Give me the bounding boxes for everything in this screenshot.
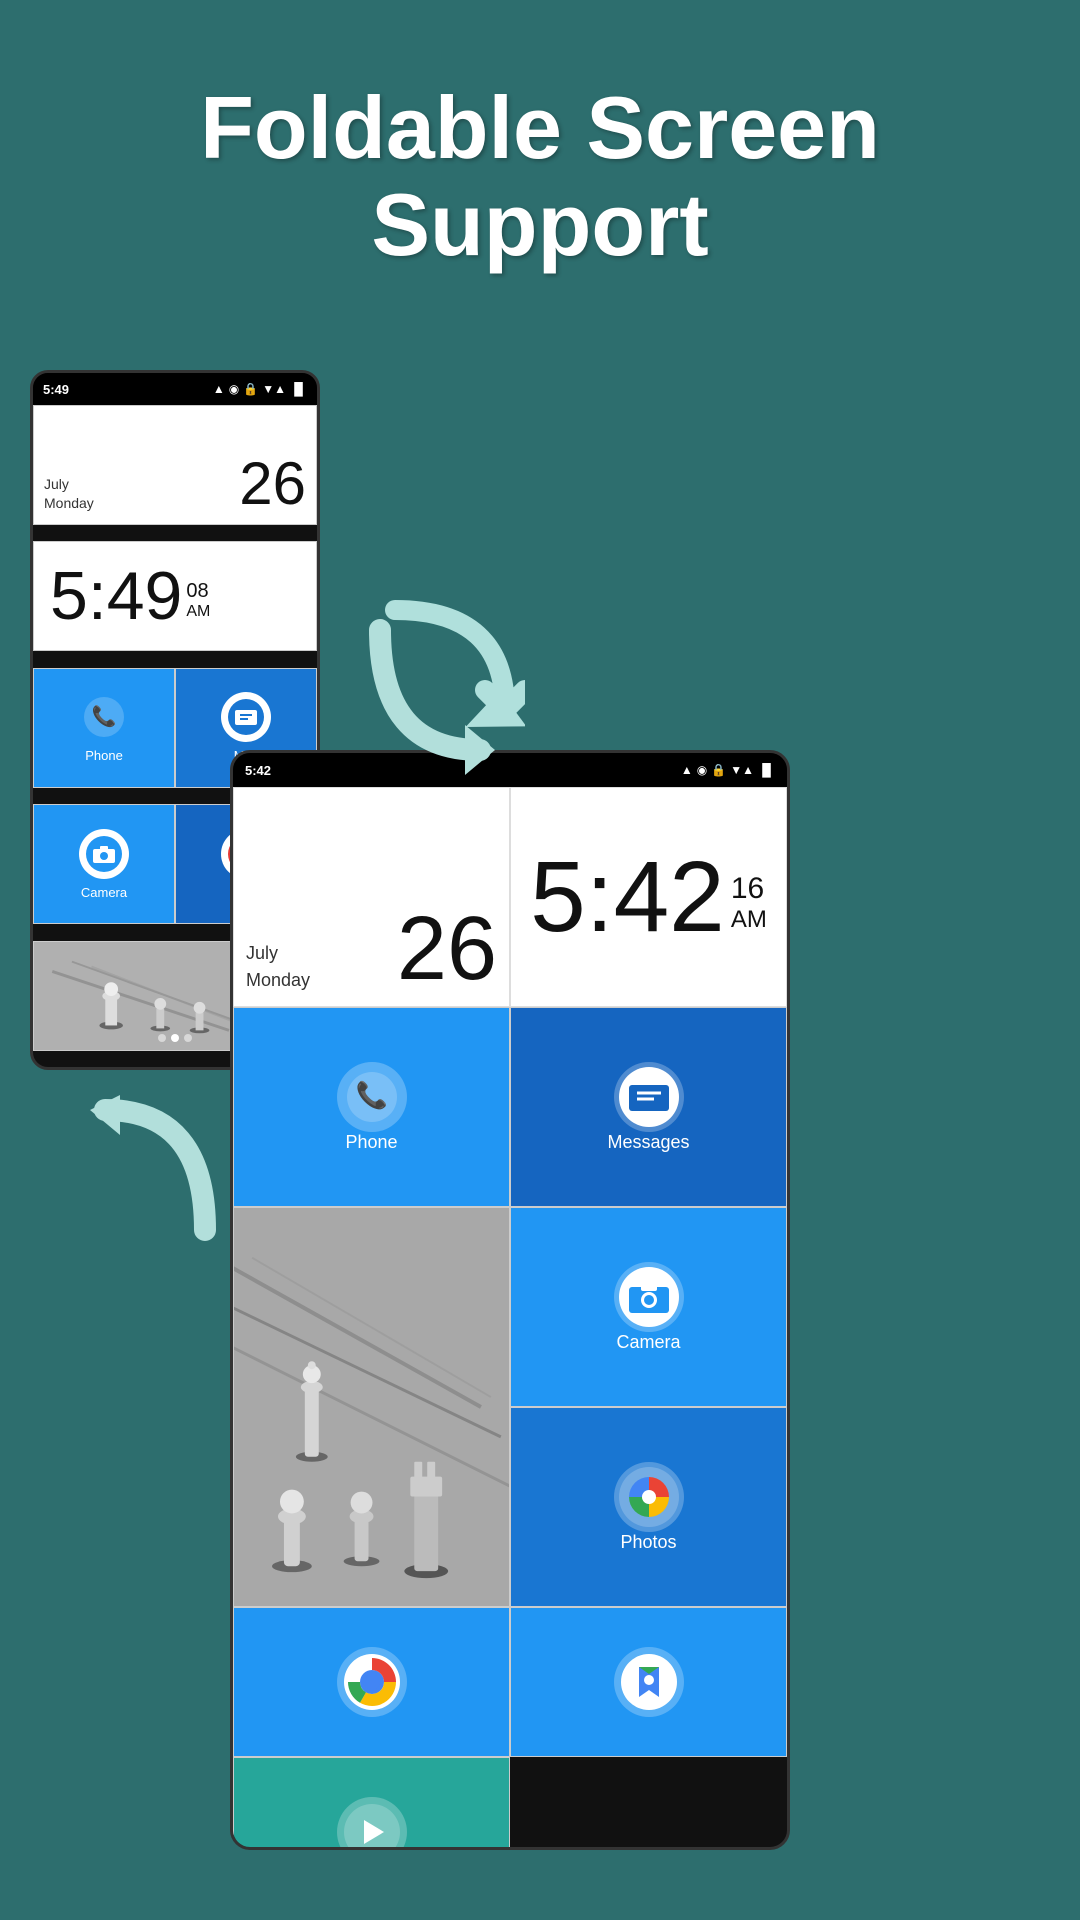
large-maps-app[interactable] (510, 1607, 787, 1757)
page-title: Foldable Screen Support (0, 0, 1080, 334)
large-clock-seconds: 16 (731, 872, 767, 906)
large-phone-app-label: Phone (345, 1132, 397, 1153)
large-camera-icon (614, 1262, 684, 1332)
large-camera-app-label: Camera (616, 1332, 680, 1353)
large-clock-tile: 5:42 16 AM (510, 787, 787, 1007)
small-cal-date: July Monday (44, 475, 94, 514)
small-clock-seconds: 08 (186, 580, 210, 603)
large-phone-icon: 📞 (337, 1062, 407, 1132)
small-calendar-tile: July Monday 26 (33, 405, 317, 525)
small-clock-tile: 5:49 08 AM (33, 541, 317, 651)
large-phone-grid: July Monday 26 5:42 16 AM (233, 787, 787, 1847)
large-messages-app-label: Messages (607, 1132, 689, 1153)
large-messages-app[interactable]: Messages (510, 1007, 787, 1207)
small-clock-time: 5:49 (50, 562, 182, 630)
large-phone-app[interactable]: 📞 Phone (233, 1007, 510, 1207)
large-chrome-app[interactable] (233, 1607, 510, 1757)
teal-app-icon (337, 1797, 407, 1850)
chrome-icon (337, 1647, 407, 1717)
phone-app-label: Phone (85, 748, 123, 763)
small-cal-day-number: 26 (239, 454, 306, 514)
small-status-time: 5:49 (43, 382, 69, 397)
large-clock-ampm: AM (731, 906, 767, 934)
arrow-up-left (25, 1090, 225, 1275)
arrow-right-down (360, 590, 540, 795)
small-status-icons: ▲ ◉ 🔒 ▼▲ ▐▌ (213, 382, 307, 396)
dot-3 (184, 1034, 192, 1042)
small-clock-ampm: AM (186, 603, 210, 621)
large-teal-app[interactable] (233, 1757, 510, 1850)
large-photos-icon (614, 1462, 684, 1532)
large-cal-date: July Monday (246, 940, 310, 994)
large-photos-app-label: Photos (620, 1532, 676, 1553)
phone-icon: 📞 (79, 692, 129, 742)
maps-icon (614, 1647, 684, 1717)
large-camera-app[interactable]: Camera (510, 1207, 787, 1407)
small-phone-app[interactable]: 📞 Phone (33, 668, 175, 788)
large-photo-tile (233, 1207, 510, 1607)
small-status-bar: 5:49 ▲ ◉ 🔒 ▼▲ ▐▌ (33, 373, 317, 405)
large-clock-time: 5:42 (530, 847, 725, 947)
large-status-time: 5:42 (245, 763, 271, 778)
title-line1: Foldable Screen (200, 78, 880, 177)
dot-1 (158, 1034, 166, 1042)
large-calendar-tile: July Monday 26 (233, 787, 510, 1007)
photo-dots (158, 1034, 192, 1042)
large-phone-mockup: 5:42 ▲ ◉ 🔒 ▼▲ ▐▌ July Monday 26 5:42 16 … (230, 750, 790, 1850)
svg-text:📞: 📞 (355, 1078, 388, 1110)
camera-app-label: Camera (81, 885, 127, 900)
large-status-icons: ▲ ◉ 🔒 ▼▲ ▐▌ (681, 763, 775, 777)
large-messages-icon (614, 1062, 684, 1132)
messages-icon (221, 692, 271, 742)
large-cal-day-number: 26 (397, 904, 497, 994)
dot-2 (171, 1034, 179, 1042)
camera-icon (79, 829, 129, 879)
large-photos-app[interactable]: Photos (510, 1407, 787, 1607)
large-clock-detail: 16 AM (731, 860, 767, 934)
title-line2: Support (371, 175, 708, 274)
small-clock-detail: 08 AM (186, 572, 210, 621)
svg-text:📞: 📞 (92, 703, 117, 728)
small-camera-app[interactable]: Camera (33, 804, 175, 924)
large-chess-photo (234, 1208, 509, 1606)
